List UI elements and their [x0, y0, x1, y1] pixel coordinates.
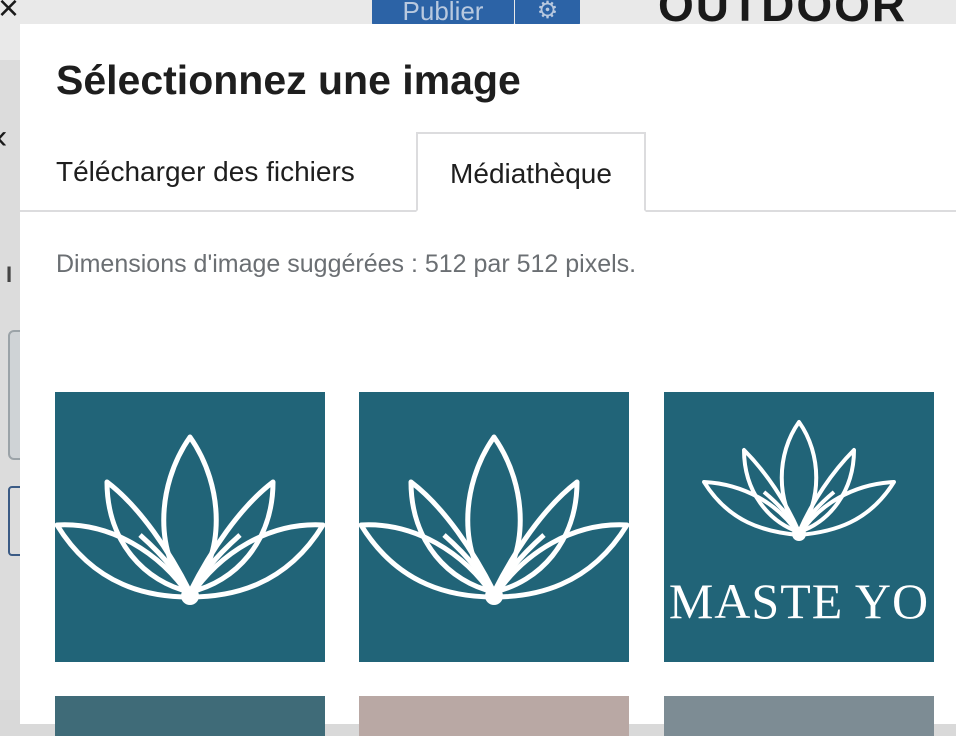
modal-tabs: Télécharger des fichiers Médiathèque	[20, 132, 956, 212]
tab-media-library[interactable]: Médiathèque	[416, 132, 646, 212]
media-thumbnail[interactable]	[664, 696, 934, 736]
publish-button[interactable]: Publier	[372, 0, 514, 26]
media-thumbnail[interactable]	[55, 696, 325, 736]
back-arrow-icon[interactable]: ‹	[0, 118, 7, 157]
settings-gear-icon[interactable]: ⚙	[515, 0, 580, 26]
media-modal: Sélectionnez une image Télécharger des f…	[20, 24, 956, 736]
media-thumbnail[interactable]	[359, 392, 629, 662]
media-thumbnail[interactable]	[55, 392, 325, 662]
lotus-icon	[55, 434, 325, 605]
partial-panel-heading: I	[6, 262, 13, 287]
editor-close-icon[interactable]: ×	[0, 0, 19, 26]
lotus-icon	[359, 434, 629, 605]
suggested-dimensions-hint: Dimensions d'image suggérées : 512 par 5…	[56, 250, 637, 278]
thumbnail-caption: MASTE YO	[668, 573, 930, 629]
media-thumbnail[interactable]: MASTE YO	[664, 392, 934, 662]
media-thumbnail[interactable]	[359, 696, 629, 736]
modal-title: Sélectionnez une image	[56, 57, 521, 103]
tab-upload-files[interactable]: Télécharger des fichiers	[56, 132, 355, 210]
